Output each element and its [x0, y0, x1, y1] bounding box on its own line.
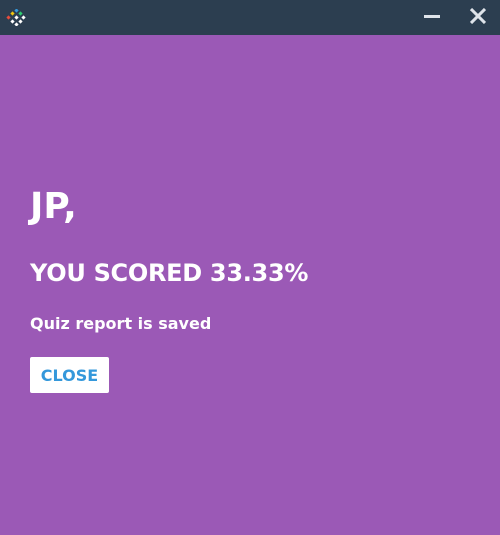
close-icon	[469, 7, 487, 28]
minimize-icon	[424, 8, 440, 28]
quiz-result-window: JP, YOU SCORED 33.33% Quiz report is sav…	[0, 0, 500, 535]
app-logo-icon	[6, 8, 26, 27]
close-button[interactable]: CLOSE	[30, 357, 109, 393]
user-greeting: JP,	[30, 186, 77, 227]
window-close-button[interactable]	[458, 0, 498, 35]
score-heading: YOU SCORED 33.33%	[30, 259, 309, 287]
minimize-button[interactable]	[412, 0, 452, 35]
report-saved-message: Quiz report is saved	[30, 314, 212, 333]
titlebar[interactable]	[0, 0, 500, 35]
